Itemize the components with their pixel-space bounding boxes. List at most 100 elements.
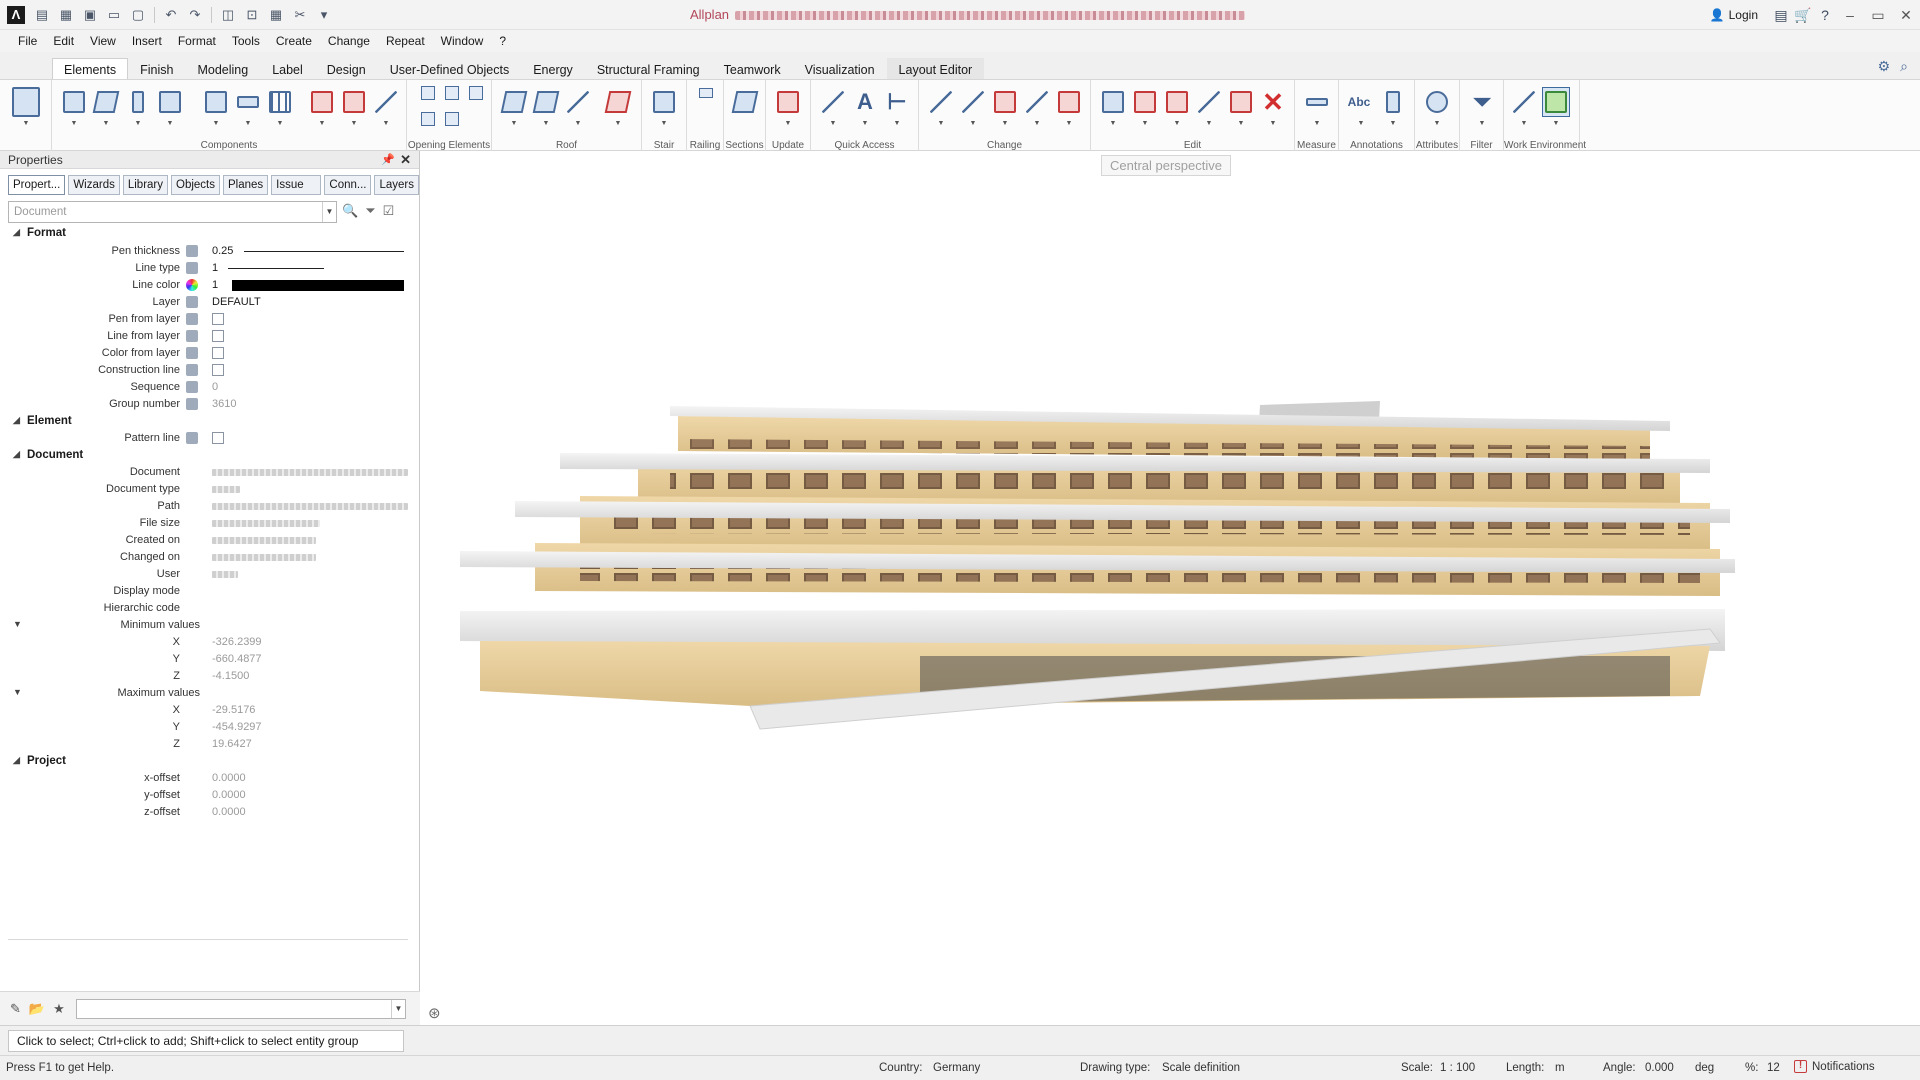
chevron-down-icon[interactable]: ▼: [166, 120, 174, 128]
chevron-down-icon[interactable]: ▼: [1237, 120, 1245, 128]
opening-element-icon[interactable]: [421, 112, 435, 126]
tab-library[interactable]: Library: [122, 175, 168, 195]
maximum-values-group[interactable]: ▼ Maximum values: [0, 685, 420, 702]
roof-button[interactable]: [500, 87, 528, 117]
lintel-button[interactable]: [234, 87, 262, 117]
chevron-down-icon[interactable]: ▼: [574, 120, 582, 128]
chevron-down-icon[interactable]: ▼: [829, 120, 837, 128]
line-color-row[interactable]: Line color 1: [0, 277, 420, 294]
tab-finish[interactable]: Finish: [128, 58, 185, 80]
opening-element-icon[interactable]: [445, 86, 459, 100]
tab-design[interactable]: Design: [315, 58, 378, 80]
chevron-down-icon[interactable]: ▼: [134, 120, 142, 128]
mirror-button[interactable]: [1195, 87, 1223, 117]
chevron-down-icon[interactable]: ▼: [318, 120, 326, 128]
tab-modeling[interactable]: Modeling: [185, 58, 260, 80]
color-from-layer-checkbox[interactable]: [212, 347, 224, 359]
print-preview-icon[interactable]: ▭: [103, 5, 125, 25]
close-window-button[interactable]: ✕: [1892, 3, 1920, 27]
chevron-down-icon[interactable]: ▼: [102, 120, 110, 128]
close-panel-icon[interactable]: ✕: [400, 152, 411, 168]
tab-wizards[interactable]: Wizards: [68, 175, 120, 195]
menu-repeat[interactable]: Repeat: [378, 34, 433, 48]
annotation-text-button[interactable]: Abc: [1345, 87, 1373, 117]
menu-tools[interactable]: Tools: [224, 34, 268, 48]
roof-covering-button[interactable]: [604, 87, 632, 117]
comment-icon[interactable]: ▢: [127, 5, 149, 25]
chevron-down-icon[interactable]: ▼: [969, 120, 977, 128]
stair-button[interactable]: [650, 87, 678, 117]
stretch-button[interactable]: [991, 87, 1019, 117]
chevron-down-icon[interactable]: ▼: [1065, 120, 1073, 128]
menu-window[interactable]: Window: [433, 34, 492, 48]
menu-help[interactable]: ?: [491, 34, 514, 48]
section-format[interactable]: ◢ Format: [0, 225, 420, 243]
chevron-down-icon[interactable]: ▼: [893, 120, 901, 128]
copy-button[interactable]: [1099, 87, 1127, 117]
menu-file[interactable]: File: [10, 34, 45, 48]
redo-icon[interactable]: ↷: [184, 5, 206, 25]
navigation-icon[interactable]: ⊛: [428, 1004, 441, 1022]
notifications-button[interactable]: ! Notifications: [1794, 1060, 1875, 1073]
chevron-down-icon[interactable]: ▼: [614, 120, 622, 128]
chevron-down-icon[interactable]: ▼: [1552, 120, 1560, 128]
open-project-icon[interactable]: ▦: [55, 5, 77, 25]
chevron-down-icon[interactable]: ▼: [212, 120, 220, 128]
login-button[interactable]: 👤 Login: [1710, 8, 1758, 22]
tab-issue[interactable]: Issue ...: [271, 175, 322, 209]
tab-elements[interactable]: Elements: [52, 58, 129, 80]
spline-button[interactable]: [1023, 87, 1051, 117]
chevron-down-icon[interactable]: ▼: [542, 120, 550, 128]
chevron-down-icon[interactable]: ▼: [244, 120, 252, 128]
tab-label[interactable]: Label: [260, 58, 315, 80]
angle-unit[interactable]: deg: [1695, 1062, 1714, 1074]
undo-icon[interactable]: ↶: [160, 5, 182, 25]
tab-properties[interactable]: Propert...: [8, 175, 66, 195]
save-icon[interactable]: ▣: [79, 5, 101, 25]
tab-visualization[interactable]: Visualization: [793, 58, 887, 80]
tab-objects[interactable]: Objects: [171, 175, 220, 195]
filter-icon[interactable]: ⏷: [365, 203, 375, 219]
angle-value[interactable]: 0.000: [1645, 1062, 1674, 1074]
chevron-down-icon[interactable]: ▼: [1205, 120, 1213, 128]
dimension-line-button[interactable]: ⊢: [883, 87, 911, 117]
wall-button[interactable]: [60, 87, 88, 117]
search-icon[interactable]: ⌕: [1900, 58, 1908, 75]
chevron-down-icon[interactable]: ▼: [1520, 120, 1528, 128]
menu-create[interactable]: Create: [268, 34, 320, 48]
new-file-icon[interactable]: ▤: [31, 5, 53, 25]
pen-thickness-row[interactable]: Pen thickness 0.25: [0, 243, 420, 260]
window-opening-button[interactable]: [308, 87, 336, 117]
chevron-down-icon[interactable]: ▼: [1478, 120, 1486, 128]
opening-element-icon[interactable]: [421, 86, 435, 100]
section-document[interactable]: ◢ Document: [0, 447, 420, 465]
country-value[interactable]: Germany: [933, 1062, 980, 1074]
tab-teamwork[interactable]: Teamwork: [712, 58, 793, 80]
sequence-row[interactable]: Sequence 0: [0, 379, 420, 396]
allplan-logo-icon[interactable]: Λ: [7, 5, 25, 24]
section-project[interactable]: ◢ Project: [0, 753, 420, 771]
window-layout-icon[interactable]: ◫: [217, 5, 239, 25]
open-favorite-icon[interactable]: 📂: [29, 1001, 45, 1017]
chevron-down-icon[interactable]: ▼: [22, 120, 30, 128]
chevron-down-icon[interactable]: ▼: [1109, 120, 1117, 128]
viewport-3d[interactable]: Central perspective ⊛: [420, 151, 1920, 1025]
line-button[interactable]: [819, 87, 847, 117]
pattern-line-checkbox[interactable]: [212, 432, 224, 444]
scale-value[interactable]: 1 : 100: [1440, 1062, 1475, 1074]
foundation-button[interactable]: [202, 87, 230, 117]
grid-button[interactable]: [266, 87, 294, 117]
favorites-combo[interactable]: ▼: [76, 999, 406, 1019]
chevron-down-icon[interactable]: ▼: [276, 120, 284, 128]
rafter-button[interactable]: [564, 87, 592, 117]
tab-user-defined-objects[interactable]: User-Defined Objects: [378, 58, 522, 80]
modify-points-button[interactable]: [959, 87, 987, 117]
connect-icon[interactable]: ▤: [1770, 5, 1792, 25]
chevron-down-icon[interactable]: ▼: [1033, 120, 1041, 128]
update-button[interactable]: [774, 87, 802, 117]
slab-button[interactable]: [92, 87, 120, 117]
move-button[interactable]: [1131, 87, 1159, 117]
chevron-down-icon[interactable]: ▼: [861, 120, 869, 128]
menu-edit[interactable]: Edit: [45, 34, 82, 48]
construction-line-checkbox[interactable]: [212, 364, 224, 376]
